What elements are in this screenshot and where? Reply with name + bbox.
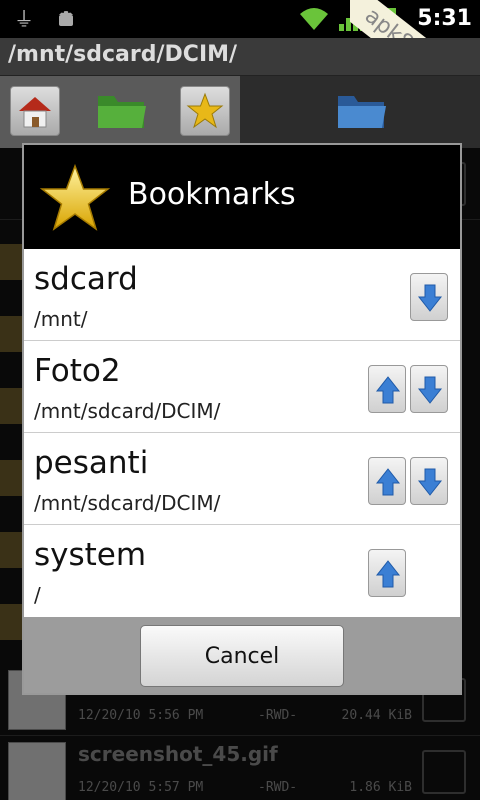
bookmark-item[interactable]: system /: [24, 525, 460, 617]
bookmark-item[interactable]: pesanti /mnt/sdcard/DCIM/: [24, 433, 460, 525]
arrow-up-icon: [375, 560, 401, 588]
move-up-button[interactable]: [368, 457, 406, 505]
folder-blue-icon: [338, 96, 386, 128]
bookmark-item[interactable]: sdcard /mnt/: [24, 249, 460, 341]
move-down-button[interactable]: [410, 273, 448, 321]
bookmark-name: pesanti: [34, 445, 149, 481]
dialog-footer: Cancel: [24, 617, 460, 693]
toolbar: [0, 76, 480, 148]
home-button[interactable]: [10, 86, 60, 136]
android-icon: [59, 11, 73, 26]
bookmark-name: sdcard: [34, 261, 138, 297]
second-panel-folder-button[interactable]: [334, 88, 390, 134]
wifi-icon: [300, 8, 328, 30]
bookmark-path: /mnt/: [34, 307, 88, 331]
move-down-button[interactable]: [410, 457, 448, 505]
move-up-button[interactable]: [368, 365, 406, 413]
bookmark-name: Foto2: [34, 353, 121, 389]
clock: 5:31: [417, 6, 472, 31]
cancel-button[interactable]: Cancel: [140, 625, 344, 687]
move-up-button[interactable]: [368, 549, 406, 597]
folder-button[interactable]: [94, 88, 150, 134]
usb-icon: ⏚: [14, 7, 34, 31]
bookmark-name: system: [34, 537, 147, 573]
bookmarks-button[interactable]: [180, 86, 230, 136]
signal-icon: [339, 6, 365, 31]
status-bar: ⏚ 5:31 apk8.com: [0, 0, 480, 110]
star-icon: [186, 92, 224, 129]
folder-green-icon: [98, 96, 146, 128]
arrow-up-icon: [375, 376, 401, 404]
battery-icon: [376, 8, 396, 32]
bookmark-path: /mnt/sdcard/DCIM/: [34, 399, 221, 423]
move-down-button[interactable]: [410, 365, 448, 413]
current-path: /mnt/sdcard/DCIM/: [8, 42, 238, 67]
arrow-down-icon: [417, 284, 443, 312]
dialog-title: Bookmarks: [128, 177, 296, 212]
home-icon: [19, 97, 51, 128]
star-icon: [39, 163, 111, 231]
path-bar: /mnt/sdcard/DCIM/: [0, 38, 480, 76]
arrow-down-icon: [417, 376, 443, 404]
bookmark-path: /mnt/sdcard/DCIM/: [34, 491, 221, 515]
arrow-up-icon: [375, 468, 401, 496]
dialog-header: Bookmarks: [24, 145, 460, 249]
bookmark-list: sdcard /mnt/ Foto2 /mnt/sdcard/DCIM/ pes…: [24, 249, 460, 617]
bookmarks-dialog: Bookmarks sdcard /mnt/ Foto2 /mnt/sdcard…: [22, 143, 462, 695]
arrow-down-icon: [417, 468, 443, 496]
bookmark-item[interactable]: Foto2 /mnt/sdcard/DCIM/: [24, 341, 460, 433]
bookmark-path: /: [34, 583, 41, 607]
